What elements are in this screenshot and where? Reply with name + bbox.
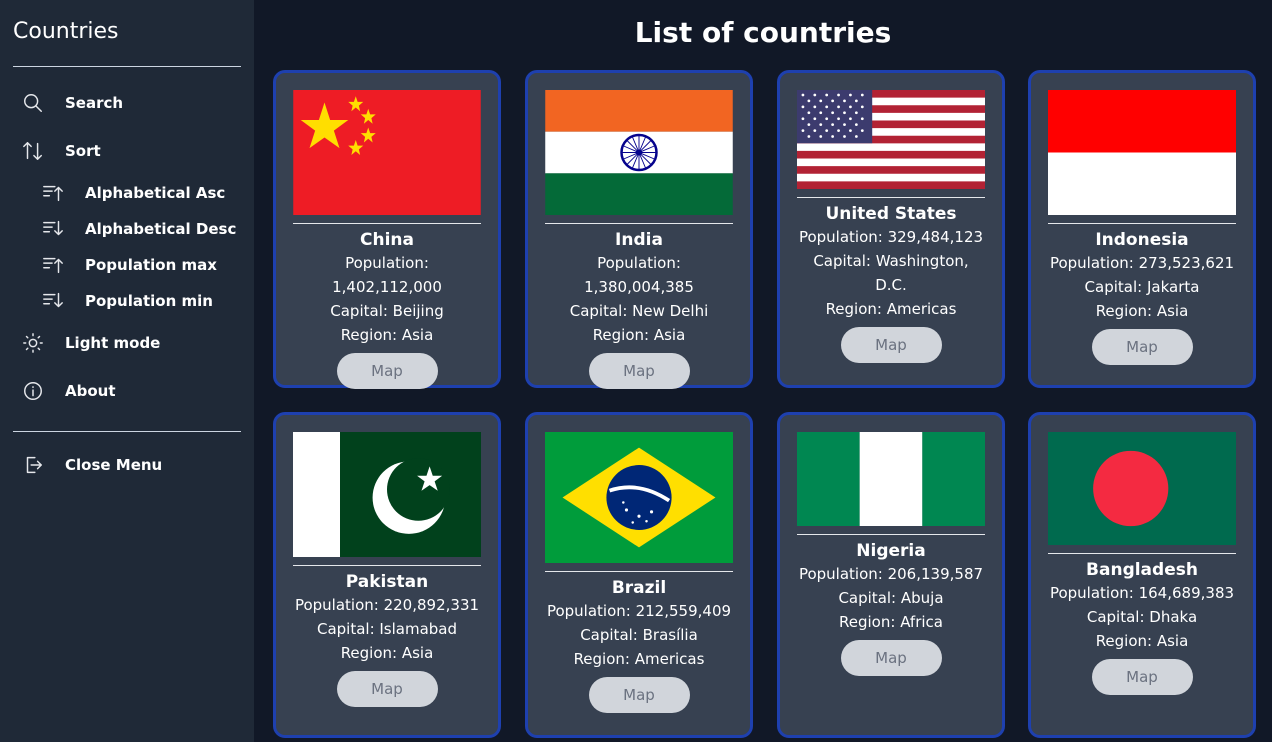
country-population: Population: 206,139,587 [798, 565, 984, 583]
map-button[interactable]: Map [336, 353, 438, 389]
indonesia-flag [1048, 90, 1236, 215]
country-region: Region: Americas [825, 300, 957, 318]
country-region: Region: Asia [592, 326, 686, 344]
map-button[interactable]: Map [588, 677, 690, 713]
country-card: United States Population: 329,484,123 Ca… [777, 70, 1005, 388]
info-icon [21, 379, 45, 403]
country-population: Population: 220,892,331 [294, 596, 480, 614]
country-name: China [360, 230, 414, 250]
main-content: List of countries China Population: 1,40… [254, 0, 1272, 742]
country-region: Region: Asia [1095, 632, 1189, 650]
map-button[interactable]: Map [1091, 329, 1193, 365]
sidebar-item-sort[interactable]: Sort [13, 127, 241, 175]
country-name: United States [825, 204, 957, 224]
sun-icon [21, 331, 45, 355]
divider [1048, 223, 1236, 224]
sidebar-item-close-menu[interactable]: Close Menu [13, 441, 241, 489]
sort-option-population-max[interactable]: Population max [13, 247, 241, 283]
sidebar-item-label: Light mode [65, 334, 161, 352]
sidebar-item-label: About [65, 382, 116, 400]
sidebar-item-label: Sort [65, 142, 101, 160]
country-card: Pakistan Population: 220,892,331 Capital… [273, 412, 501, 738]
divider [545, 571, 733, 572]
country-card: India Population: 1,380,004,385 Capital:… [525, 70, 753, 389]
nigeria-flag [797, 432, 985, 526]
divider [293, 565, 481, 566]
country-name: Brazil [611, 578, 667, 598]
sort-option-label: Population max [85, 256, 217, 274]
country-capital: Capital: New Delhi [569, 302, 709, 320]
sort-ascending-icon [41, 253, 65, 277]
country-region: Region: Americas [573, 650, 705, 668]
sort-option-label: Population min [85, 292, 213, 310]
sort-arrows-icon [21, 139, 45, 163]
sort-option-population-min[interactable]: Population min [13, 283, 241, 319]
page-title: List of countries [634, 16, 892, 49]
country-capital: Capital: Abuja [838, 589, 944, 607]
country-card: Nigeria Population: 206,139,587 Capital:… [777, 412, 1005, 738]
country-name: Indonesia [1095, 230, 1189, 250]
brazil-flag [545, 432, 733, 563]
bangladesh-flag [1048, 432, 1236, 545]
country-card: Indonesia Population: 273,523,621 Capita… [1028, 70, 1256, 388]
sort-ascending-icon [41, 181, 65, 205]
sort-option-label: Alphabetical Asc [85, 184, 226, 202]
divider [1048, 553, 1236, 554]
sort-descending-icon [41, 217, 65, 241]
search-icon [21, 91, 45, 115]
sidebar-item-about[interactable]: About [13, 367, 241, 415]
country-capital: Capital: Jakarta [1084, 278, 1200, 296]
country-card: Brazil Population: 212,559,409 Capital: … [525, 412, 753, 738]
country-capital: Capital: Islamabad [316, 620, 458, 638]
country-name: Bangladesh [1086, 560, 1198, 580]
map-button[interactable]: Map [840, 327, 942, 363]
sort-option-alpha-asc[interactable]: Alphabetical Asc [13, 175, 241, 211]
sidebar-item-light-mode[interactable]: Light mode [13, 319, 241, 367]
divider [293, 223, 481, 224]
country-region: Region: Africa [839, 613, 943, 631]
map-button[interactable]: Map [840, 640, 942, 676]
sidebar-item-label: Close Menu [65, 456, 163, 474]
country-capital: Capital: Beijing [330, 302, 444, 320]
china-flag [293, 90, 481, 215]
country-population: Population: 1,402,112,000 [332, 254, 442, 296]
country-card: China Population: 1,402,112,000 Capital:… [273, 70, 501, 389]
sidebar: Countries Search Sort Alphabetical Asc A… [0, 0, 254, 742]
country-capital: Capital: Washington, D.C. [813, 252, 969, 294]
country-population: Population: 273,523,621 [1049, 254, 1235, 272]
logout-icon [21, 453, 45, 477]
divider [797, 197, 985, 198]
country-population: Population: 164,689,383 [1049, 584, 1235, 602]
sidebar-item-search[interactable]: Search [13, 79, 241, 127]
country-region: Region: Asia [340, 326, 434, 344]
usa-flag [797, 90, 985, 189]
map-button[interactable]: Map [1091, 659, 1193, 695]
country-region: Region: Asia [340, 644, 434, 662]
country-name: Nigeria [856, 541, 926, 561]
country-name: Pakistan [345, 572, 429, 592]
sidebar-item-label: Search [65, 94, 124, 112]
country-capital: Capital: Brasília [580, 626, 698, 644]
country-name: India [615, 230, 663, 250]
sidebar-title: Countries [13, 0, 241, 67]
divider [545, 223, 733, 224]
india-flag [545, 90, 733, 215]
country-population: Population: 212,559,409 [546, 602, 732, 620]
sidebar-divider: Close Menu [13, 431, 241, 489]
country-population: Population: 329,484,123 [798, 228, 984, 246]
map-button[interactable]: Map [588, 353, 690, 389]
country-capital: Capital: Dhaka [1086, 608, 1198, 626]
divider [797, 534, 985, 535]
country-population: Population: 1,380,004,385 [584, 254, 694, 296]
sort-option-label: Alphabetical Desc [85, 220, 237, 238]
country-region: Region: Asia [1095, 302, 1189, 320]
pakistan-flag [293, 432, 481, 557]
sort-descending-icon [41, 289, 65, 313]
map-button[interactable]: Map [336, 671, 438, 707]
sort-option-alpha-desc[interactable]: Alphabetical Desc [13, 211, 241, 247]
country-card: Bangladesh Population: 164,689,383 Capit… [1028, 412, 1256, 738]
